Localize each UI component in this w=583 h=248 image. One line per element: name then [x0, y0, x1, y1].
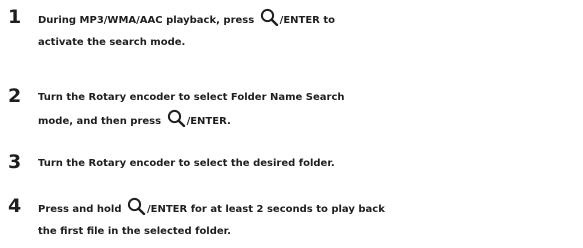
- step-line: the first file in the selected folder.: [38, 226, 231, 237]
- step-line: activate the search mode.: [38, 37, 186, 48]
- step-text: Turn the Rotary encoder to select Folder…: [38, 87, 583, 133]
- enter-key-label: /ENTER: [186, 116, 227, 127]
- search-icon: [260, 8, 278, 26]
- text-segment: to select the desired folder.: [175, 158, 335, 169]
- step-number: 1: [8, 6, 22, 28]
- step-number: 3: [8, 151, 22, 173]
- step-line: During MP3/WMA/AAC playback, press /ENTE…: [38, 8, 583, 32]
- rotary-encoder-label: Rotary encoder: [88, 158, 176, 169]
- text-segment: for at least 2 seconds to play back: [187, 204, 385, 215]
- text-segment: to: [319, 15, 336, 26]
- step-number: 2: [8, 85, 22, 107]
- search-icon: [167, 109, 185, 127]
- enter-key-label: /ENTER: [279, 15, 320, 26]
- step-text: During MP3/WMA/AAC playback, press /ENTE…: [38, 8, 583, 54]
- step-line: mode, and then press /ENTER.: [38, 109, 583, 133]
- enter-key-label: /ENTER: [147, 204, 188, 215]
- text-segment: Turn the: [38, 158, 89, 169]
- text-segment: to select Folder Name Search: [175, 92, 345, 103]
- step-line: Turn the Rotary encoder to select the de…: [38, 153, 583, 175]
- step-text: Turn the Rotary encoder to select the de…: [38, 153, 583, 175]
- text-segment: Press and hold: [38, 204, 125, 215]
- text-segment: .: [226, 116, 231, 127]
- text-segment: During MP3/WMA/AAC playback, press: [38, 15, 258, 26]
- search-icon: [127, 197, 146, 215]
- instruction-steps: 1 During MP3/WMA/AAC playback, press /EN…: [0, 0, 583, 248]
- rotary-encoder-label: Rotary encoder: [88, 92, 176, 103]
- step-line: Turn the Rotary encoder to select Folder…: [38, 87, 583, 109]
- text-segment: mode, and then press: [38, 116, 165, 127]
- step-number: 4: [8, 195, 22, 217]
- step-text: Press and hold /ENTER for at least 2 sec…: [38, 197, 583, 243]
- text-segment: Turn the: [38, 92, 89, 103]
- step-line: Press and hold /ENTER for at least 2 sec…: [38, 197, 583, 221]
